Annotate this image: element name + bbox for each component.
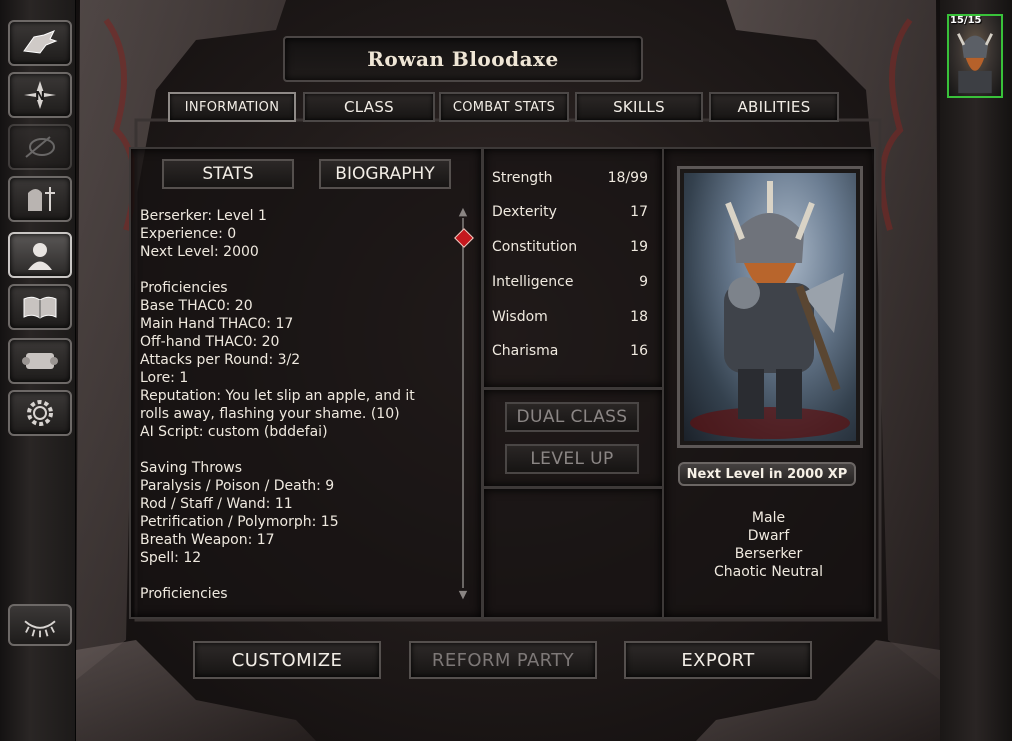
empty-panel	[482, 487, 664, 619]
reputation-text: Reputation: You let slip an apple, and i…	[140, 388, 415, 422]
sidebar-button-priest-scroll[interactable]	[8, 338, 72, 384]
experience-text: Experience: 0	[140, 226, 237, 242]
sidebar-button-options[interactable]	[8, 390, 72, 436]
character-record-icon	[28, 243, 52, 270]
subtab-biography-label: BIOGRAPHY	[335, 164, 435, 184]
sidebar-button-return-to-game[interactable]	[8, 20, 72, 66]
tab-class[interactable]: CLASS	[303, 92, 435, 122]
party-member-portrait[interactable]	[947, 14, 1003, 98]
attribute-value: 19	[630, 239, 648, 255]
scroll-up-arrow-icon[interactable]: ▲	[456, 206, 470, 218]
subtab-stats[interactable]: STATS	[162, 159, 294, 189]
saving-throws-heading: Saving Throws	[140, 460, 243, 476]
sidebar-button-mage-book[interactable]	[8, 284, 72, 330]
tab-combat-stats-label: COMBAT STATS	[452, 99, 556, 115]
attribute-row-charisma: Charisma 16	[492, 343, 648, 363]
sidebar-button-map[interactable]: N	[8, 72, 72, 118]
tab-skills[interactable]: SKILLS	[575, 92, 703, 122]
attribute-name: Constitution	[492, 239, 578, 255]
attribute-row-dexterity: Dexterity 17	[492, 204, 648, 224]
attribute-row-intelligence: Intelligence 9	[492, 274, 648, 294]
export-button[interactable]: EXPORT	[624, 641, 812, 679]
proficiencies-heading: Proficiencies	[140, 280, 228, 296]
priest-scroll-icon	[22, 353, 58, 369]
character-name: Rowan Bloodaxe	[367, 47, 559, 71]
dragon-head-icon	[23, 30, 58, 54]
dwarf-portrait-icon	[957, 33, 993, 94]
customize-button[interactable]: CUSTOMIZE	[193, 641, 381, 679]
attribute-name: Strength	[492, 170, 553, 186]
save-breath-text: Breath Weapon: 17	[140, 532, 275, 548]
lore-text: Lore: 1	[140, 370, 189, 386]
attribute-value: 18	[630, 309, 648, 325]
scroll-down-arrow-icon[interactable]: ▼	[456, 589, 470, 601]
next-level-xp-plate: Next Level in 2000 XP	[678, 462, 856, 486]
proficiencies-heading-2: Proficiencies	[140, 586, 228, 602]
inventory-icon	[28, 187, 55, 211]
race-text: Dwarf	[747, 528, 790, 544]
sidebar-button-journal[interactable]	[8, 124, 72, 170]
reform-party-button[interactable]: REFORM PARTY	[409, 641, 597, 679]
attribute-value: 17	[630, 204, 648, 220]
class-level-text: Berserker: Level 1	[140, 208, 267, 224]
tab-class-label: CLASS	[344, 98, 394, 116]
mage-book-icon	[23, 296, 57, 319]
attribute-row-wisdom: Wisdom 18	[492, 309, 648, 329]
attribute-value: 16	[630, 343, 648, 359]
attribute-name: Charisma	[492, 343, 559, 359]
attribute-name: Intelligence	[492, 274, 574, 290]
tab-information-label: INFORMATION	[184, 99, 280, 115]
party-member-hp: 15/15	[950, 15, 982, 26]
gender-text: Male	[751, 510, 786, 526]
alignment-text: Chaotic Neutral	[714, 564, 823, 580]
character-summary: Male Dwarf Berserker Chaotic Neutral	[667, 497, 870, 593]
tab-skills-label: SKILLS	[613, 98, 665, 116]
character-portrait[interactable]	[677, 166, 863, 448]
tab-information[interactable]: INFORMATION	[168, 92, 296, 122]
base-thac0-text: Base THAC0: 20	[140, 298, 253, 314]
off-hand-thac0-text: Off-hand THAC0: 20	[140, 334, 280, 350]
next-level-text: Next Level: 2000	[140, 244, 259, 260]
party-bar	[940, 0, 1012, 741]
attribute-name: Dexterity	[492, 204, 557, 220]
attribute-row-constitution: Constitution 19	[492, 239, 648, 259]
save-paralysis-text: Paralysis / Poison / Death: 9	[140, 478, 335, 494]
svg-text:N: N	[35, 89, 45, 103]
attribute-value: 18/99	[607, 170, 648, 186]
save-petrification-text: Petrification / Polymorph: 15	[140, 514, 339, 530]
tab-abilities[interactable]: ABILITIES	[709, 92, 839, 122]
dwarf-berserker-portrait-icon	[684, 173, 856, 441]
left-sidebar: N	[0, 0, 76, 741]
compass-map-icon: N	[24, 81, 56, 109]
title-plate: Rowan Bloodaxe	[283, 36, 643, 82]
subtab-stats-label: STATS	[202, 164, 254, 184]
attribute-name: Wisdom	[492, 309, 548, 325]
scroll-track[interactable]	[462, 218, 464, 588]
sidebar-button-character-record[interactable]	[8, 232, 72, 278]
attribute-row-strength: Strength 18/99	[492, 170, 648, 190]
journal-quill-icon	[25, 136, 55, 158]
stats-scrollbar[interactable]: ▲ ▼	[454, 206, 474, 601]
dual-class-button[interactable]: DUAL CLASS	[505, 402, 639, 432]
rest-eye-icon	[24, 620, 56, 638]
main-hand-thac0-text: Main Hand THAC0: 17	[140, 316, 294, 332]
tab-abilities-label: ABILITIES	[737, 98, 811, 116]
options-gear-icon	[27, 400, 53, 426]
ai-script-text: AI Script: custom (bddefai)	[140, 424, 328, 440]
class-text: Berserker	[734, 546, 803, 562]
level-up-button[interactable]: LEVEL UP	[505, 444, 639, 474]
save-rod-text: Rod / Staff / Wand: 11	[140, 496, 293, 512]
sidebar-button-rest[interactable]	[8, 604, 72, 646]
stats-text-area: Berserker: Level 1 Experience: 0 Next Le…	[140, 207, 455, 607]
tab-combat-stats[interactable]: COMBAT STATS	[439, 92, 569, 122]
subtab-biography[interactable]: BIOGRAPHY	[319, 159, 451, 189]
attribute-value: 9	[639, 274, 648, 290]
attacks-per-round-text: Attacks per Round: 3/2	[140, 352, 301, 368]
sidebar-button-inventory[interactable]	[8, 176, 72, 222]
save-spell-text: Spell: 12	[140, 550, 202, 566]
